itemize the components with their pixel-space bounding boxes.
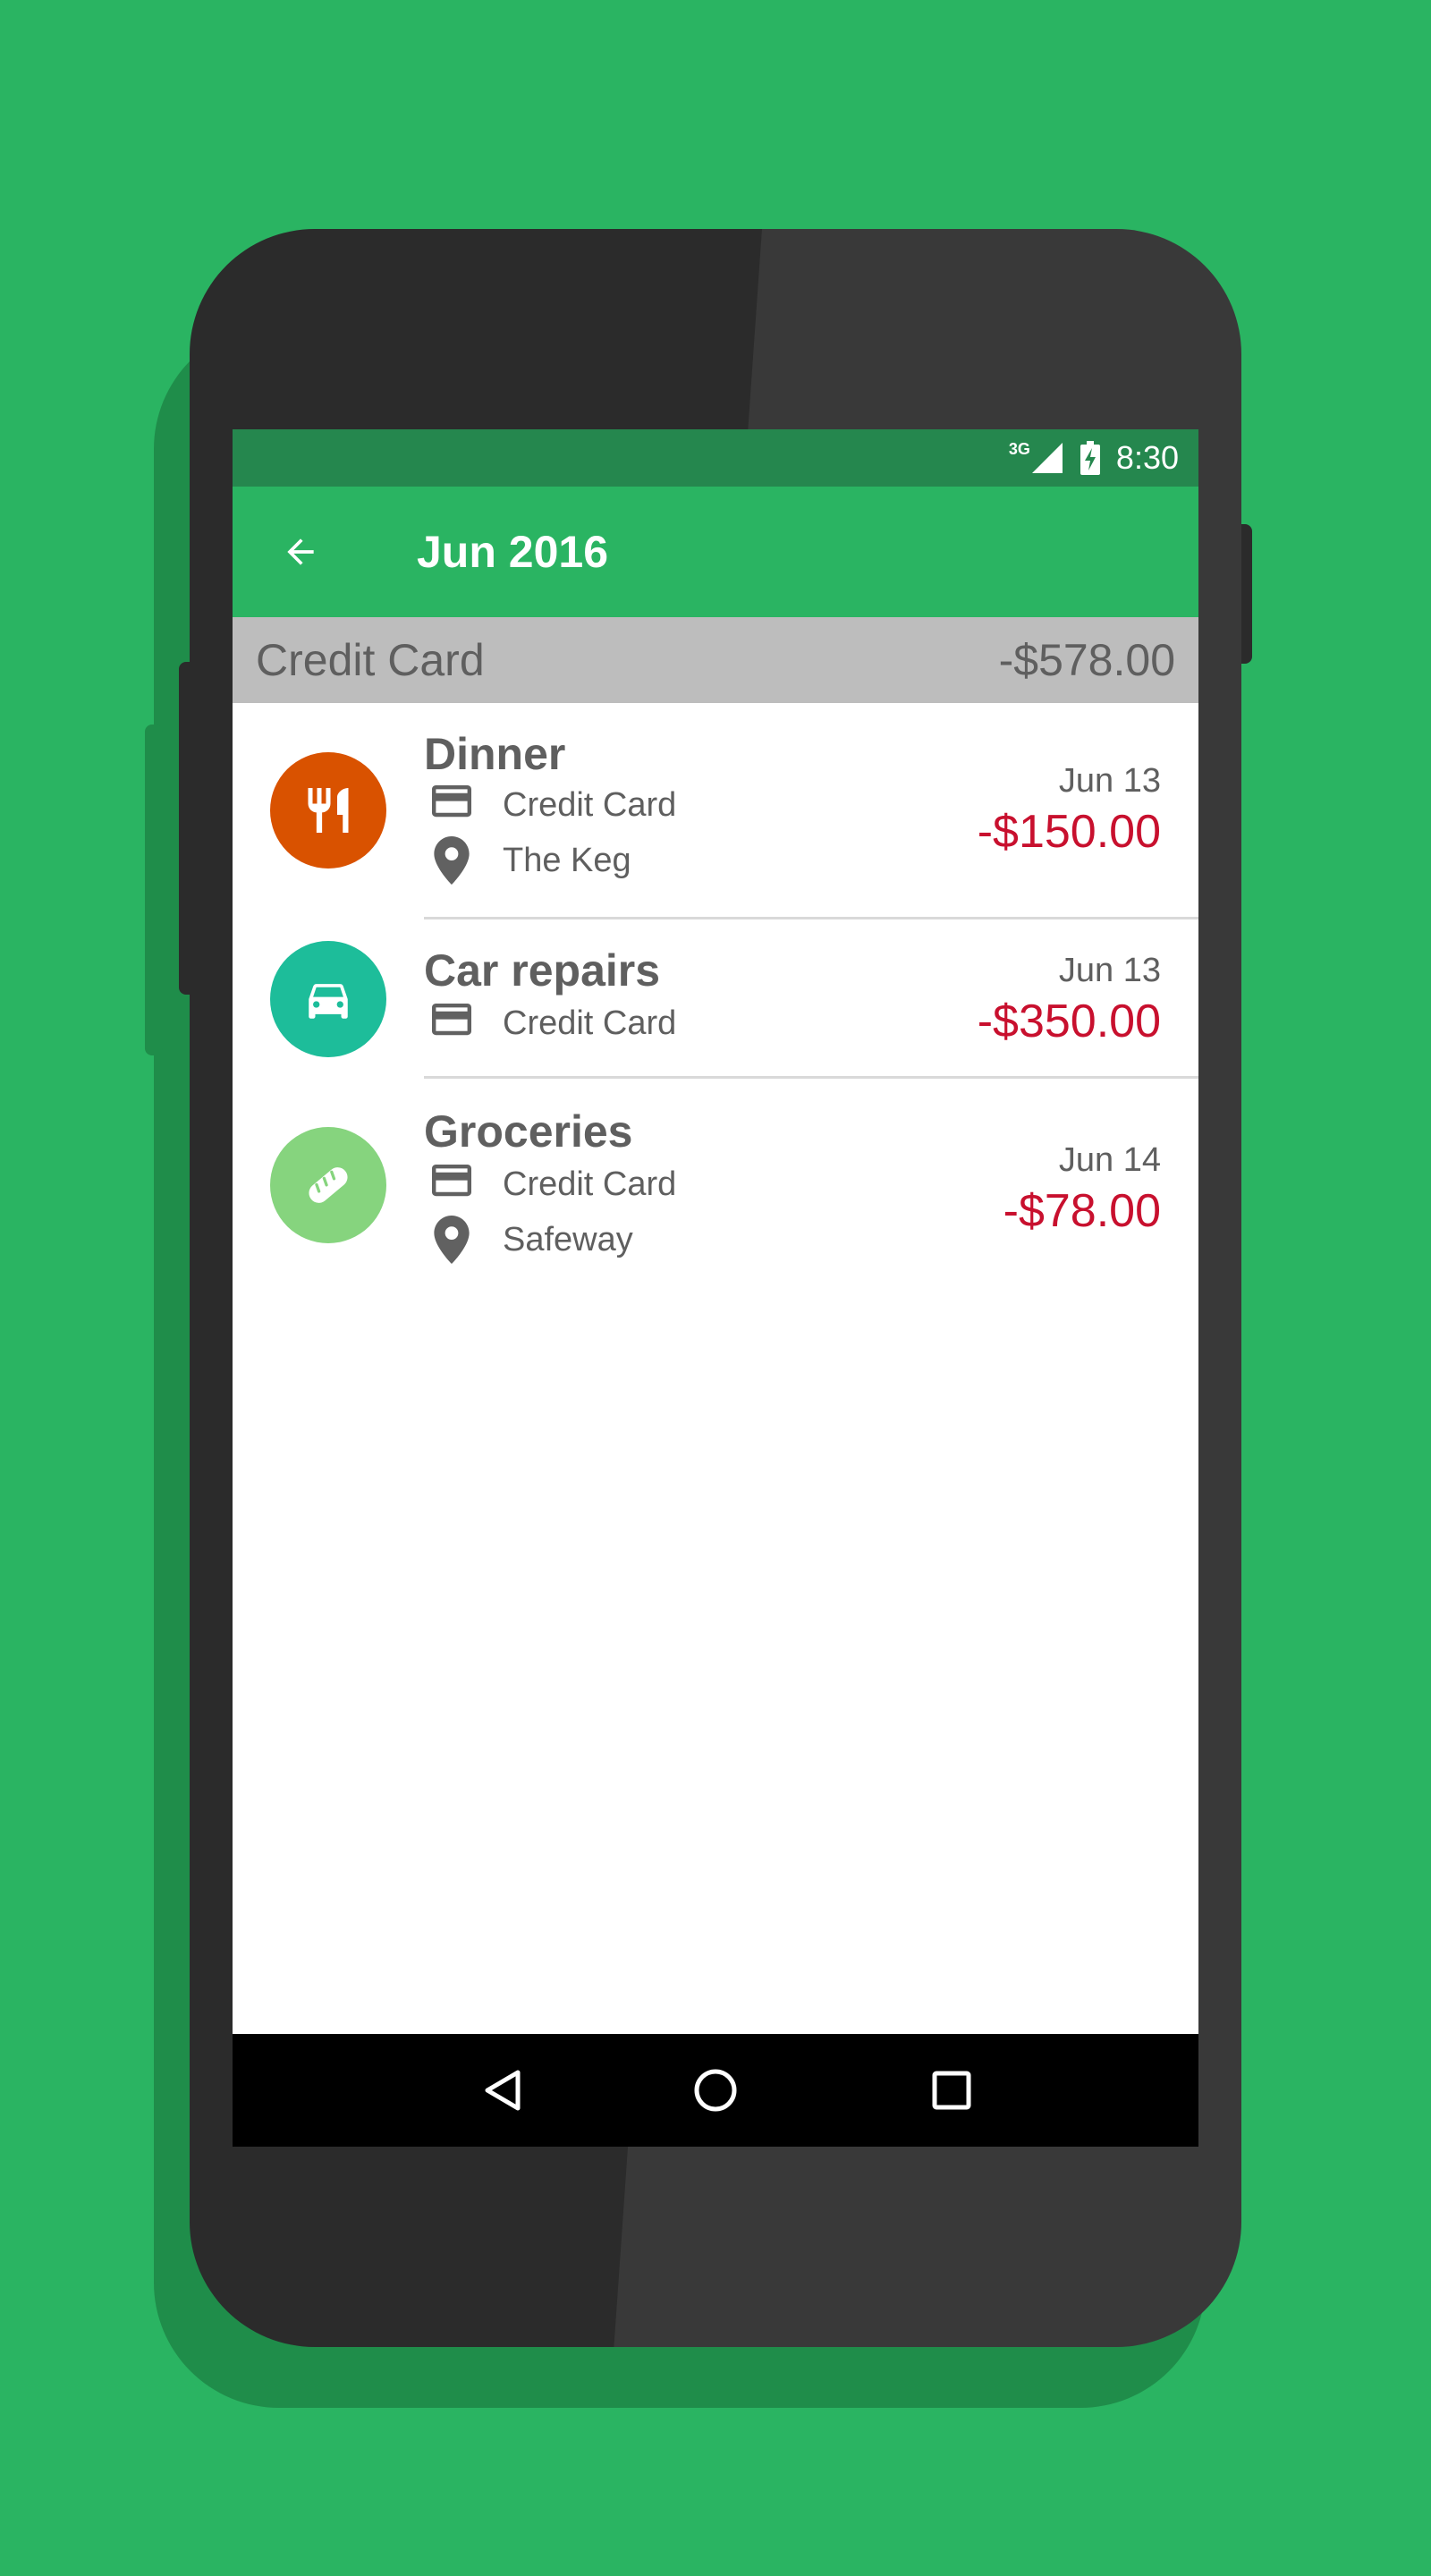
location-label: The Keg: [503, 841, 631, 879]
arrow-back-icon: [287, 538, 314, 565]
nav-home-button[interactable]: [684, 2059, 747, 2122]
app-screen: 3G 8:30 Jun 2016 Credit Card -$578.00 Di…: [233, 429, 1198, 2147]
marketing-stage: 3G 8:30 Jun 2016 Credit Card -$578.00 Di…: [0, 0, 1431, 2576]
transaction-date: Jun 13: [1058, 952, 1161, 989]
category-avatar: [270, 1127, 386, 1243]
payment-label: Credit Card: [503, 1004, 677, 1042]
credit-card-icon: [424, 784, 479, 826]
navigation-bar: [233, 2034, 1198, 2147]
transaction-title: Groceries: [424, 1106, 633, 1157]
transaction-amount: -$78.00: [1003, 1185, 1161, 1237]
account-header: Credit Card -$578.00: [233, 617, 1198, 703]
transaction-amount: -$350.00: [977, 996, 1161, 1047]
location-pin-icon: [424, 836, 479, 885]
back-button[interactable]: [277, 529, 324, 575]
bread-icon: [309, 1167, 348, 1203]
signal-icon: [1031, 443, 1063, 473]
restaurant-icon: [308, 788, 349, 833]
status-time: 8:30: [1115, 439, 1179, 476]
payment-method: Credit Card: [424, 784, 676, 826]
car-icon: [309, 984, 348, 1019]
transaction-list: Dinner Credit Card The Keg Jun 13 -$150.…: [233, 703, 1198, 1275]
list-item[interactable]: Dinner Credit Card The Keg Jun 13 -$150.…: [233, 703, 1198, 919]
category-avatar: [270, 941, 386, 1057]
page-title: Jun 2016: [417, 527, 609, 577]
phone-shadow-button: [145, 724, 163, 1055]
transaction-title: Car repairs: [424, 945, 661, 996]
status-bar: 3G 8:30: [233, 429, 1198, 487]
location: Safeway: [424, 1216, 633, 1264]
transaction-date: Jun 14: [1058, 1141, 1161, 1179]
category-avatar: [270, 752, 386, 869]
payment-method: Credit Card: [424, 1163, 676, 1206]
account-name: Credit Card: [256, 635, 485, 685]
location-pin-icon: [424, 1216, 479, 1264]
nav-back-icon: [485, 2070, 521, 2111]
list-item[interactable]: Groceries Credit Card Safeway Jun 14 -$7…: [233, 1079, 1198, 1275]
transaction-date: Jun 13: [1058, 762, 1161, 800]
location-label: Safeway: [503, 1220, 633, 1258]
credit-card-icon: [424, 1002, 479, 1045]
transaction-title: Dinner: [424, 729, 566, 779]
payment-label: Credit Card: [503, 785, 677, 824]
app-bar: Jun 2016: [233, 487, 1198, 617]
credit-card-icon: [424, 1163, 479, 1206]
list-item[interactable]: Car repairs Credit Card Jun 13 -$350.00: [233, 919, 1198, 1079]
location: The Keg: [424, 836, 631, 885]
battery-charging-icon: [1080, 441, 1100, 475]
nav-home-icon: [694, 2069, 737, 2112]
nav-recents-icon: [932, 2071, 971, 2110]
network-type: 3G: [1008, 440, 1030, 458]
transaction-amount: -$150.00: [977, 806, 1161, 858]
payment-method: Credit Card: [424, 1002, 676, 1045]
account-total: -$578.00: [998, 635, 1175, 685]
nav-back-button[interactable]: [472, 2059, 535, 2122]
nav-recents-button[interactable]: [920, 2059, 983, 2122]
payment-label: Credit Card: [503, 1165, 677, 1203]
